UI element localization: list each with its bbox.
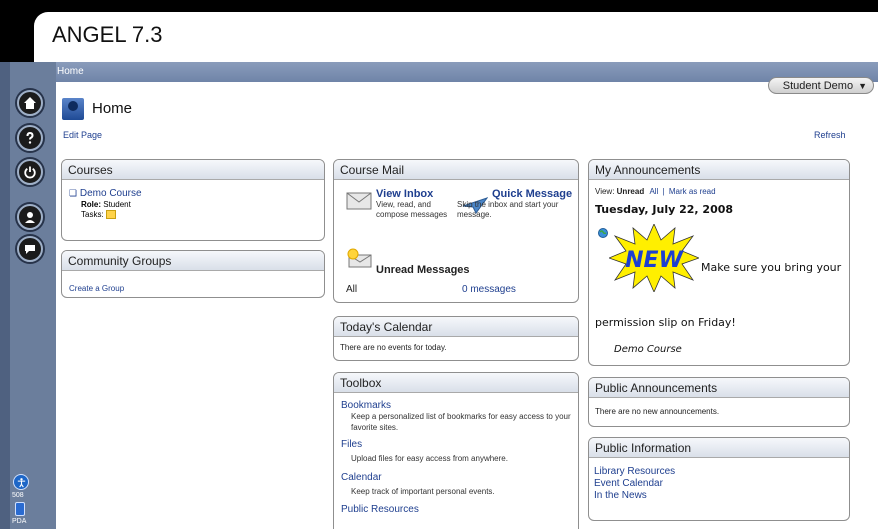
chevron-down-icon: ▼ <box>858 80 867 91</box>
toolbox-bookmarks-desc: Keep a personalized list of bookmarks fo… <box>351 412 571 432</box>
panel-title: Toolbox <box>334 373 578 393</box>
courses-panel: Courses ❏ Demo Course Role: Student Task… <box>61 159 325 241</box>
app-title: ANGEL 7.3 <box>52 22 163 47</box>
course-link[interactable]: Demo Course <box>80 188 142 199</box>
breadcrumb[interactable]: Home <box>57 66 84 77</box>
role-value: Student <box>103 200 131 209</box>
unread-scope: All <box>346 284 358 295</box>
unread-count-link[interactable]: 0 messages <box>462 284 516 295</box>
event-calendar-link[interactable]: Event Calendar <box>594 478 849 490</box>
toolbox-calendar-link[interactable]: Calendar <box>341 472 572 483</box>
in-the-news-link[interactable]: In the News <box>594 490 849 502</box>
view-all-link[interactable]: All <box>649 187 658 196</box>
home-icon[interactable] <box>17 90 43 116</box>
power-icon[interactable] <box>17 159 43 185</box>
create-group-link[interactable]: Create a Group <box>69 284 124 293</box>
announcement-text-line1: Make sure you bring your <box>701 261 842 274</box>
toolbox-public-resources-link[interactable]: Public Resources <box>341 504 572 515</box>
breadcrumb-bar: Home <box>56 62 878 82</box>
panel-title: Public Announcements <box>589 378 849 398</box>
view-label: View: <box>595 187 615 196</box>
globe-icon <box>598 228 608 238</box>
view-separator: | <box>662 187 665 196</box>
user-profile-icon[interactable] <box>17 204 43 230</box>
accessibility-label[interactable]: 508 <box>12 492 24 499</box>
quick-message-desc: Skip the inbox and start your message. <box>457 200 559 219</box>
library-resources-link[interactable]: Library Resources <box>594 466 849 478</box>
panel-title: Today's Calendar <box>334 317 578 337</box>
public-information-panel: Public Information Library Resources Eve… <box>588 437 850 521</box>
course-mail-panel: Course Mail View Inbox View, read, and c… <box>333 159 579 303</box>
announcement-text-line2: permission slip on Friday! <box>595 316 736 329</box>
view-inbox-desc: View, read, and compose messages <box>376 200 448 219</box>
tasks-label: Tasks: <box>81 210 104 219</box>
mail-envelope-icon <box>346 192 372 210</box>
todays-calendar-panel: Today's Calendar There are no events for… <box>333 316 579 361</box>
pda-icon[interactable] <box>15 502 25 516</box>
accessibility-icon[interactable] <box>13 474 29 490</box>
calendar-empty-text: There are no events for today. <box>340 343 447 352</box>
toolbox-files-desc: Upload files for easy access from anywhe… <box>351 454 508 463</box>
user-menu[interactable]: Student Demo ▼ <box>768 77 874 94</box>
view-inbox-link[interactable]: View Inbox <box>376 188 451 200</box>
panel-title: Courses <box>62 160 324 180</box>
public-announcements-panel: Public Announcements There are no new an… <box>588 377 850 427</box>
panel-title: My Announcements <box>589 160 849 180</box>
tasks-icon[interactable] <box>105 210 116 220</box>
toolbox-calendar-desc: Keep track of important personal events. <box>351 487 495 496</box>
left-rail-edge <box>0 62 10 529</box>
new-badge-text: NEW <box>625 248 684 273</box>
public-announcements-empty: There are no new announcements. <box>595 407 720 416</box>
announcement-source: Demo Course <box>614 344 682 355</box>
community-groups-panel: Community Groups Create a Group <box>61 250 325 298</box>
role-label: Role: <box>81 200 101 209</box>
toolbox-files-link[interactable]: Files <box>341 439 572 450</box>
quick-message-link[interactable]: Quick Message <box>457 188 577 200</box>
course-icon: ❏ <box>69 188 78 198</box>
view-unread: Unread <box>616 187 645 196</box>
user-name: Student Demo <box>782 79 854 92</box>
page-title: Home <box>92 100 133 117</box>
refresh-link[interactable]: Refresh <box>814 130 846 140</box>
panel-title: Course Mail <box>334 160 578 180</box>
home-page-icon <box>62 98 84 120</box>
panel-title: Community Groups <box>62 251 324 271</box>
unread-messages-title: Unread Messages <box>376 264 470 276</box>
my-announcements-panel: My Announcements View: Unread All | Mark… <box>588 159 850 366</box>
help-icon[interactable] <box>17 125 43 151</box>
pda-label[interactable]: PDA <box>12 518 26 525</box>
new-badge-icon: NEW <box>609 224 699 292</box>
edit-page-link[interactable]: Edit Page <box>63 130 102 140</box>
unread-mail-icon <box>347 248 372 268</box>
chat-icon[interactable] <box>17 236 43 262</box>
panel-title: Public Information <box>589 438 849 458</box>
toolbox-panel: Toolbox Bookmarks Keep a personalized li… <box>333 372 579 529</box>
announcement-date: Tuesday, July 22, 2008 <box>595 203 734 216</box>
mark-as-read-link[interactable]: Mark as read <box>669 187 716 196</box>
toolbox-bookmarks-link[interactable]: Bookmarks <box>341 400 572 411</box>
